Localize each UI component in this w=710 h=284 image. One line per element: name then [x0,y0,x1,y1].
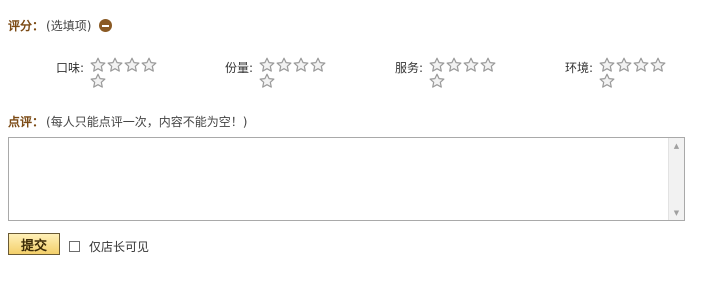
owner-only-label: 仅店长可见 [89,240,150,254]
review-label: 点评： [8,115,45,129]
star-outline-icon[interactable] [310,57,326,73]
star-outline-icon[interactable] [480,57,496,73]
star-outline-icon[interactable] [633,57,649,73]
review-textarea[interactable] [9,138,668,220]
rating-label: 评分： [8,19,45,33]
review-textarea-container: ▲ ▼ [8,137,685,221]
star-outline-icon[interactable] [599,57,615,73]
submit-button[interactable]: 提交 [8,233,60,255]
star-outline-icon[interactable] [141,57,157,73]
rating-optional-hint: (选填项) [46,19,92,33]
star-rating-environment [599,57,667,89]
star-outline-icon[interactable] [276,57,292,73]
star-outline-icon[interactable] [90,73,106,89]
star-outline-icon[interactable] [90,57,106,73]
star-outline-icon[interactable] [107,57,123,73]
rating-group-service: 服务: [395,57,555,89]
star-outline-icon[interactable] [124,57,140,73]
star-rating-service [429,57,497,89]
star-outline-icon[interactable] [259,73,275,89]
rating-group-taste: 口味: [56,57,216,89]
star-rating-portion [259,57,327,89]
rating-group-portion: 份量: [225,57,385,89]
rating-section-title: 评分： (选填项) [8,17,113,34]
minus-circle-icon[interactable] [99,19,113,32]
rating-taste-label: 口味: [56,61,85,75]
scroll-down-arrow-icon[interactable]: ▼ [669,205,684,220]
rating-environment-label: 环境: [565,61,594,75]
review-section-title: 点评： (每人只能点评一次，内容不能为空！) [8,113,247,130]
star-outline-icon[interactable] [429,57,445,73]
star-outline-icon[interactable] [599,73,615,89]
star-outline-icon[interactable] [463,57,479,73]
star-outline-icon[interactable] [616,57,632,73]
scroll-up-arrow-icon[interactable]: ▲ [669,138,684,153]
star-outline-icon[interactable] [650,57,666,73]
rating-service-label: 服务: [395,61,424,75]
star-outline-icon[interactable] [259,57,275,73]
star-outline-icon[interactable] [429,73,445,89]
rating-group-environment: 环境: [565,57,710,89]
rating-portion-label: 份量: [225,61,254,75]
review-requirement-hint: (每人只能点评一次，内容不能为空！) [46,115,248,129]
star-outline-icon[interactable] [446,57,462,73]
owner-only-checkbox[interactable] [69,241,80,252]
star-outline-icon[interactable] [293,57,309,73]
star-rating-taste [90,57,158,89]
review-scrollbar[interactable]: ▲ ▼ [668,138,684,220]
owner-only-option: 仅店长可见 [69,238,149,255]
